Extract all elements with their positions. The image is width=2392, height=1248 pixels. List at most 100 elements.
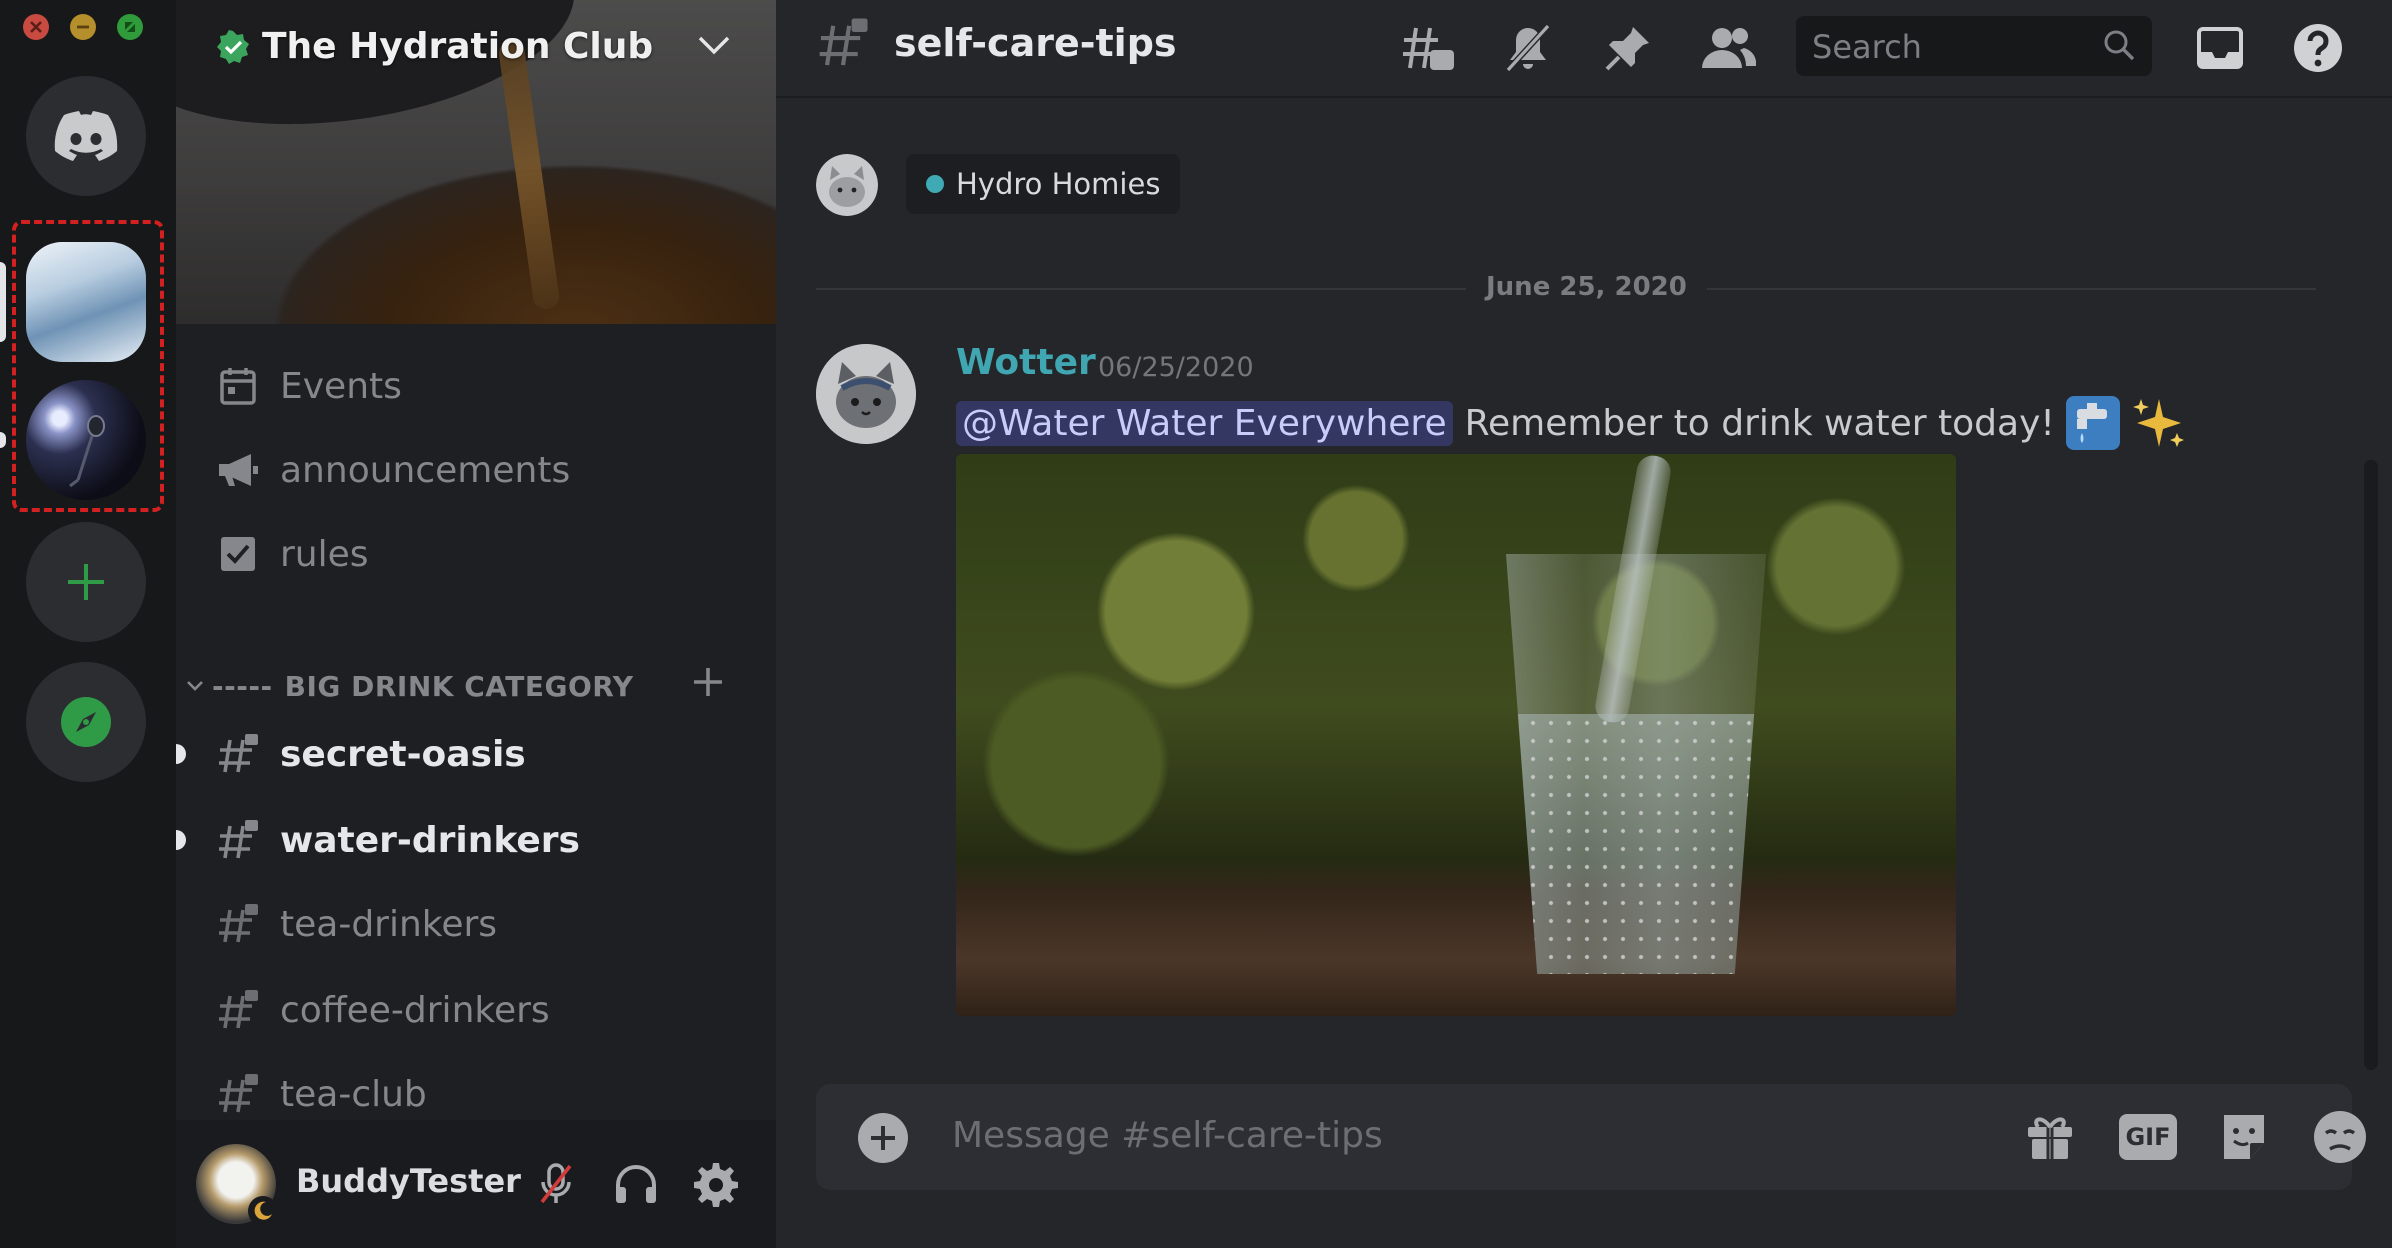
chat-area: self-care-tips Search Hydro Homies June … bbox=[776, 0, 2392, 1248]
microphone-muted-icon bbox=[540, 1163, 572, 1204]
member-list-button[interactable] bbox=[1696, 16, 1760, 80]
channel-item-tea-drinkers[interactable]: tea-drinkers bbox=[216, 894, 497, 954]
unread-server-indicator bbox=[0, 432, 6, 448]
home-button[interactable] bbox=[26, 76, 146, 196]
channel-header: self-care-tips Search bbox=[776, 0, 2392, 98]
minimize-icon bbox=[77, 25, 89, 29]
channel-item-coffee-drinkers[interactable]: coffee-drinkers bbox=[216, 980, 550, 1040]
channel-item-secret-oasis[interactable]: secret-oasis bbox=[216, 724, 526, 784]
plus-icon bbox=[871, 1126, 895, 1150]
avatar bbox=[816, 154, 878, 216]
message-image-attachment[interactable] bbox=[956, 454, 1956, 1016]
inbox-button[interactable] bbox=[2188, 16, 2252, 80]
explore-servers-button[interactable] bbox=[26, 662, 146, 782]
role-color-dot bbox=[926, 175, 944, 193]
upload-button[interactable] bbox=[858, 1113, 908, 1163]
private-channel-icon bbox=[219, 990, 258, 1029]
verified-icon bbox=[217, 29, 249, 64]
private-channel-icon bbox=[819, 18, 868, 66]
status-idle-icon bbox=[248, 1196, 278, 1226]
private-channel-icon bbox=[219, 820, 258, 859]
unread-indicator bbox=[176, 744, 186, 764]
threads-button[interactable] bbox=[1396, 16, 1460, 80]
cat-avatar-icon bbox=[816, 344, 916, 444]
window-maximize-button[interactable] bbox=[117, 14, 143, 40]
help-button[interactable] bbox=[2286, 16, 2350, 80]
window-close-button[interactable] bbox=[23, 14, 49, 40]
selection-highlight bbox=[12, 220, 164, 512]
add-server-button[interactable] bbox=[26, 522, 146, 642]
window-minimize-button[interactable] bbox=[70, 14, 96, 40]
compass-icon bbox=[61, 697, 111, 747]
category-name: BIG DRINK CATEGORY bbox=[284, 669, 634, 703]
faucet-emoji-icon bbox=[2065, 395, 2121, 451]
chevron-down-icon[interactable] bbox=[696, 32, 732, 58]
help-icon bbox=[2294, 24, 2342, 72]
inbox-icon bbox=[2197, 27, 2243, 69]
pin-icon bbox=[1605, 27, 1649, 71]
deafen-button[interactable] bbox=[604, 1152, 668, 1216]
server-rail bbox=[0, 0, 176, 1248]
emoji-picker-icon bbox=[2314, 1111, 2366, 1163]
emoji-button[interactable] bbox=[2308, 1105, 2372, 1169]
channel-sidebar: The Hydration Club Events announcements … bbox=[176, 0, 776, 1248]
scrollbar[interactable] bbox=[2364, 460, 2378, 1070]
gif-button[interactable]: GIF bbox=[2116, 1105, 2180, 1169]
date-divider-label: June 25, 2020 bbox=[1466, 272, 1707, 302]
close-icon bbox=[30, 21, 42, 33]
members-icon bbox=[1702, 28, 1756, 68]
server-name: The Hydration Club bbox=[262, 26, 654, 67]
channel-item-tea-club[interactable]: tea-club bbox=[216, 1064, 427, 1124]
unread-indicator bbox=[176, 830, 186, 850]
username: BuddyTester bbox=[296, 1162, 521, 1200]
calendar-icon bbox=[220, 368, 256, 405]
gear-icon bbox=[694, 1163, 738, 1207]
channel-item-rules[interactable]: rules bbox=[216, 524, 369, 584]
user-mention[interactable]: @Water Water Everywhere bbox=[956, 400, 1453, 446]
message-input[interactable]: Message #self-care-tips bbox=[952, 1115, 1383, 1156]
gift-icon bbox=[2028, 1117, 2072, 1159]
cat-avatar-icon bbox=[816, 154, 878, 216]
private-channel-icon bbox=[219, 904, 258, 943]
channel-name: self-care-tips bbox=[894, 21, 1177, 65]
gif-icon: GIF bbox=[2119, 1114, 2177, 1160]
private-channel-icon bbox=[219, 734, 258, 773]
role-chip[interactable]: Hydro Homies bbox=[906, 154, 1181, 214]
sticker-button[interactable] bbox=[2212, 1105, 2276, 1169]
sticker-icon bbox=[2224, 1115, 2264, 1159]
server-name-header[interactable]: The Hydration Club bbox=[216, 26, 653, 67]
notification-settings-button[interactable] bbox=[1496, 16, 1560, 80]
user-settings-button[interactable] bbox=[684, 1152, 748, 1216]
maximize-icon bbox=[125, 22, 135, 32]
channel-item-events[interactable]: Events bbox=[216, 356, 402, 416]
channel-title: self-care-tips bbox=[816, 16, 1177, 70]
threads-icon bbox=[1403, 27, 1454, 70]
message-composer: Message #self-care-tips GIF bbox=[816, 1084, 2366, 1190]
headphones-icon bbox=[616, 1165, 656, 1203]
search-input[interactable]: Search bbox=[1796, 16, 2152, 76]
bell-muted-icon bbox=[1505, 23, 1551, 73]
selected-server-indicator bbox=[0, 262, 6, 342]
chevron-down-icon bbox=[187, 681, 203, 691]
checkbox-icon bbox=[221, 537, 255, 571]
pinned-messages-button[interactable] bbox=[1596, 16, 1660, 80]
sparkles-emoji-icon bbox=[2131, 395, 2187, 451]
message-author[interactable]: Wotter bbox=[956, 342, 1096, 383]
message-content: @Water Water Everywhere Remember to drin… bbox=[956, 395, 2187, 451]
plus-icon bbox=[68, 564, 104, 600]
gift-button[interactable] bbox=[2018, 1105, 2082, 1169]
private-channel-icon bbox=[219, 1074, 258, 1113]
add-channel-icon[interactable] bbox=[688, 662, 728, 702]
mute-button[interactable] bbox=[524, 1152, 588, 1216]
message-text: Remember to drink water today! bbox=[1464, 402, 2055, 444]
message-timestamp: 06/25/2020 bbox=[1098, 352, 1254, 383]
megaphone-icon bbox=[219, 454, 258, 486]
avatar[interactable] bbox=[816, 344, 916, 444]
search-icon bbox=[2104, 30, 2135, 61]
user-panel: BuddyTester bbox=[176, 1120, 776, 1248]
channel-item-water-drinkers[interactable]: water-drinkers bbox=[216, 810, 580, 870]
channel-item-announcements[interactable]: announcements bbox=[216, 440, 570, 500]
message-feed: Hydro Homies June 25, 2020 Wotter 06/25/… bbox=[776, 100, 2392, 1060]
category-header[interactable]: ----- BIG DRINK CATEGORY bbox=[186, 666, 766, 706]
discord-logo-icon bbox=[54, 111, 118, 161]
